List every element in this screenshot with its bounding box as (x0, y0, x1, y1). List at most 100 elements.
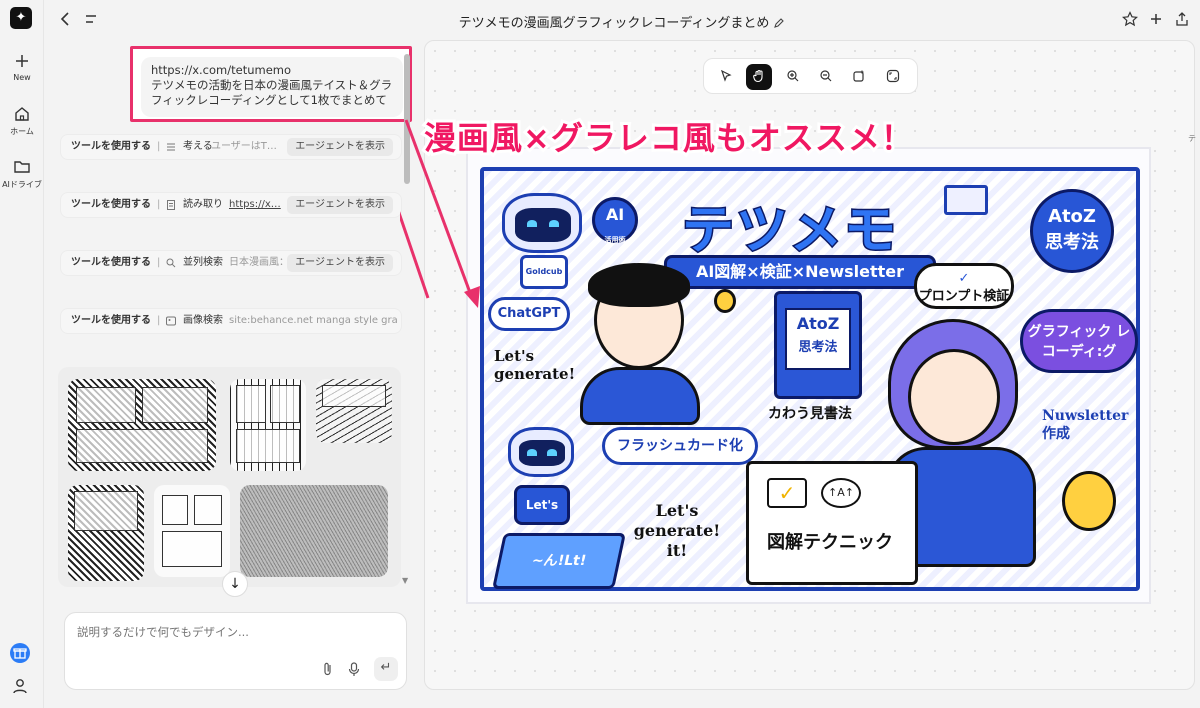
tool-detail-link[interactable]: https://x… (229, 193, 281, 217)
rail-item-label: AIドライブ (2, 180, 42, 189)
paperclip-icon[interactable] (321, 661, 335, 677)
ai-badge: AI 活用術 (592, 197, 638, 244)
separator: | (157, 199, 161, 210)
artwork-frame: テツメモ AI図解×検証×Newsletter Goldcub AI 活用術 Ch… (480, 167, 1140, 591)
artwork-banner: AI図解×検証×Newsletter (664, 255, 936, 289)
share-icon[interactable] (1174, 11, 1190, 27)
result-thumbnail[interactable] (68, 485, 144, 581)
prompt-check-bubble: ✓ プロンプト検証 (914, 263, 1014, 309)
rail-item-ai-drive[interactable]: AIドライブ (0, 158, 44, 190)
microphone-icon[interactable] (347, 661, 361, 677)
frame-tool-button[interactable] (846, 64, 872, 90)
newsletter-text: Nuwsletter 作成 (1042, 408, 1129, 442)
canvas-toolbar (703, 58, 918, 94)
tablet-illustration: ~ん!Lt! (492, 533, 626, 589)
scroll-down-button[interactable]: ↓ (222, 571, 248, 597)
ai-badge-sub: 活用術 (604, 236, 626, 244)
atoz-badge-top: AtoZ (1048, 206, 1096, 227)
rail-item-label: New (13, 73, 31, 82)
chatgpt-bubble: ChatGPT (488, 297, 570, 331)
generated-artwork[interactable]: テツメモ AI図解×検証×Newsletter Goldcub AI 活用術 Ch… (466, 147, 1151, 604)
app-window: ✦ New ホーム AIドライブ テツメモの漫画風グラフィックレコーディングまと… (0, 0, 1200, 708)
send-button[interactable]: ↵ (374, 657, 398, 681)
rail-item-home[interactable]: ホーム (0, 105, 44, 137)
rail-item-new[interactable]: New (0, 52, 44, 82)
graphic-recording-bubble: グラフィック レコーディ:グ (1020, 309, 1138, 373)
frame-icon (853, 70, 864, 82)
page-title: テツメモの漫画風グラフィックレコーディングまとめ (458, 16, 770, 31)
left-rail: ✦ New ホーム AIドライブ (0, 0, 44, 708)
gift-icon[interactable] (10, 643, 30, 663)
tool-action: 考える (183, 141, 213, 152)
tool-call-read[interactable]: ツールを使用する | 読み取り https://x… エージェントを表示 (60, 192, 402, 218)
pointer-icon (720, 69, 732, 82)
user-icon[interactable] (11, 677, 29, 695)
zoom-in-button[interactable] (780, 64, 806, 90)
edit-pencil-icon[interactable] (773, 17, 785, 29)
rail-item-label: ホーム (10, 127, 34, 136)
robot-body: Goldcub (520, 255, 568, 289)
search-icon (166, 258, 176, 268)
document-title[interactable]: テツメモの漫画風グラフィックレコーディングまとめ (44, 12, 1200, 31)
scroll-arrow-down-icon[interactable]: ▼ (402, 576, 408, 585)
fit-screen-button[interactable] (880, 64, 906, 90)
tool-call-think[interactable]: ツールを使用する | 考える ユーザーはT… エージェントを表示 (60, 134, 402, 160)
fit-screen-icon (886, 69, 900, 83)
request-bubble: https://x.com/tetumemo テツメモの活動を日本の漫画風テイス… (141, 57, 403, 117)
folder-icon (14, 161, 30, 173)
star-icon[interactable] (1122, 11, 1138, 27)
result-thumbnail[interactable] (240, 485, 388, 577)
atoz-badge: AtoZ 思考法 (1030, 189, 1114, 273)
chat-panel: https://x.com/tetumemo テツメモの活動を日本の漫画風テイス… (44, 40, 416, 708)
robot-small-head-illustration (508, 427, 574, 477)
show-agent-button[interactable]: エージェントを表示 (287, 138, 393, 156)
lets-generate-text: Let's generate! (494, 347, 576, 383)
result-thumbnail[interactable] (316, 379, 392, 443)
tool-action: 画像検索 (183, 315, 223, 326)
separator: | (157, 315, 161, 326)
prompt-check-text: プロンプト検証 (918, 289, 1010, 304)
tool-detail: ユーザーはT… (211, 141, 277, 152)
book-title-bottom: 思考法 (798, 340, 838, 355)
result-thumbnail[interactable] (154, 485, 230, 577)
tool-detail: 日本漫画風： (229, 257, 289, 268)
artwork-logo-text: テツメモ (680, 200, 899, 263)
tool-call-label: ツールを使用する (71, 315, 151, 326)
arrow-down-icon: ↓ (229, 576, 241, 592)
separator: | (157, 257, 161, 268)
tool-action: 読み取り (183, 199, 223, 210)
tool-call-label: ツールを使用する (71, 257, 151, 268)
book-caption: カわう見書法 (768, 406, 852, 422)
result-thumbnail[interactable] (68, 379, 216, 471)
zoom-out-button[interactable] (813, 64, 839, 90)
document-icon (167, 200, 175, 210)
show-agent-button[interactable]: エージェントを表示 (287, 254, 393, 272)
request-url[interactable]: https://x.com/tetumemo (151, 63, 397, 78)
app-logo-icon[interactable]: ✦ (10, 7, 32, 29)
show-agent-button[interactable]: エージェントを表示 (287, 196, 393, 214)
tool-call-label: ツールを使用する (71, 199, 151, 210)
annotation-headline: 漫画風×グラレコ風もオススメ！ (421, 116, 916, 160)
tool-call-image-search[interactable]: ツールを使用する | 画像検索 site:behance.net manga s… (60, 308, 402, 334)
user-request-message: https://x.com/tetumemo テツメモの活動を日本の漫画風テイス… (130, 46, 412, 122)
tool-call-parallel-search[interactable]: ツールを使用する | 並列検索 日本漫画風： エージェントを表示 (60, 250, 402, 276)
top-bar: テツメモの漫画風グラフィックレコーディングまとめ (44, 0, 1200, 40)
small-bulb-illustration (714, 289, 736, 313)
atoz-badge-bottom: 思考法 (1045, 232, 1099, 253)
pointer-tool-button[interactable] (713, 64, 739, 90)
prompt-input[interactable] (77, 625, 377, 639)
flashcard-bubble: フラッシュカード化 (602, 427, 758, 465)
envelope-icon (944, 185, 988, 215)
image-search-results (58, 367, 401, 587)
large-bulb-illustration (1062, 471, 1116, 531)
lets-generate-it-text: Let's generate! it! (633, 501, 721, 560)
book-title-top: AtoZ (796, 314, 840, 333)
book-illustration: AtoZ 思考法 (774, 291, 862, 399)
hand-tool-button[interactable] (746, 64, 772, 90)
separator: | (157, 141, 161, 152)
home-icon (15, 107, 29, 121)
prompt-input-box: ↵ (64, 612, 407, 690)
result-thumbnail[interactable] (230, 379, 306, 471)
plus-icon[interactable] (1148, 11, 1164, 27)
enter-icon: ↵ (380, 660, 392, 675)
